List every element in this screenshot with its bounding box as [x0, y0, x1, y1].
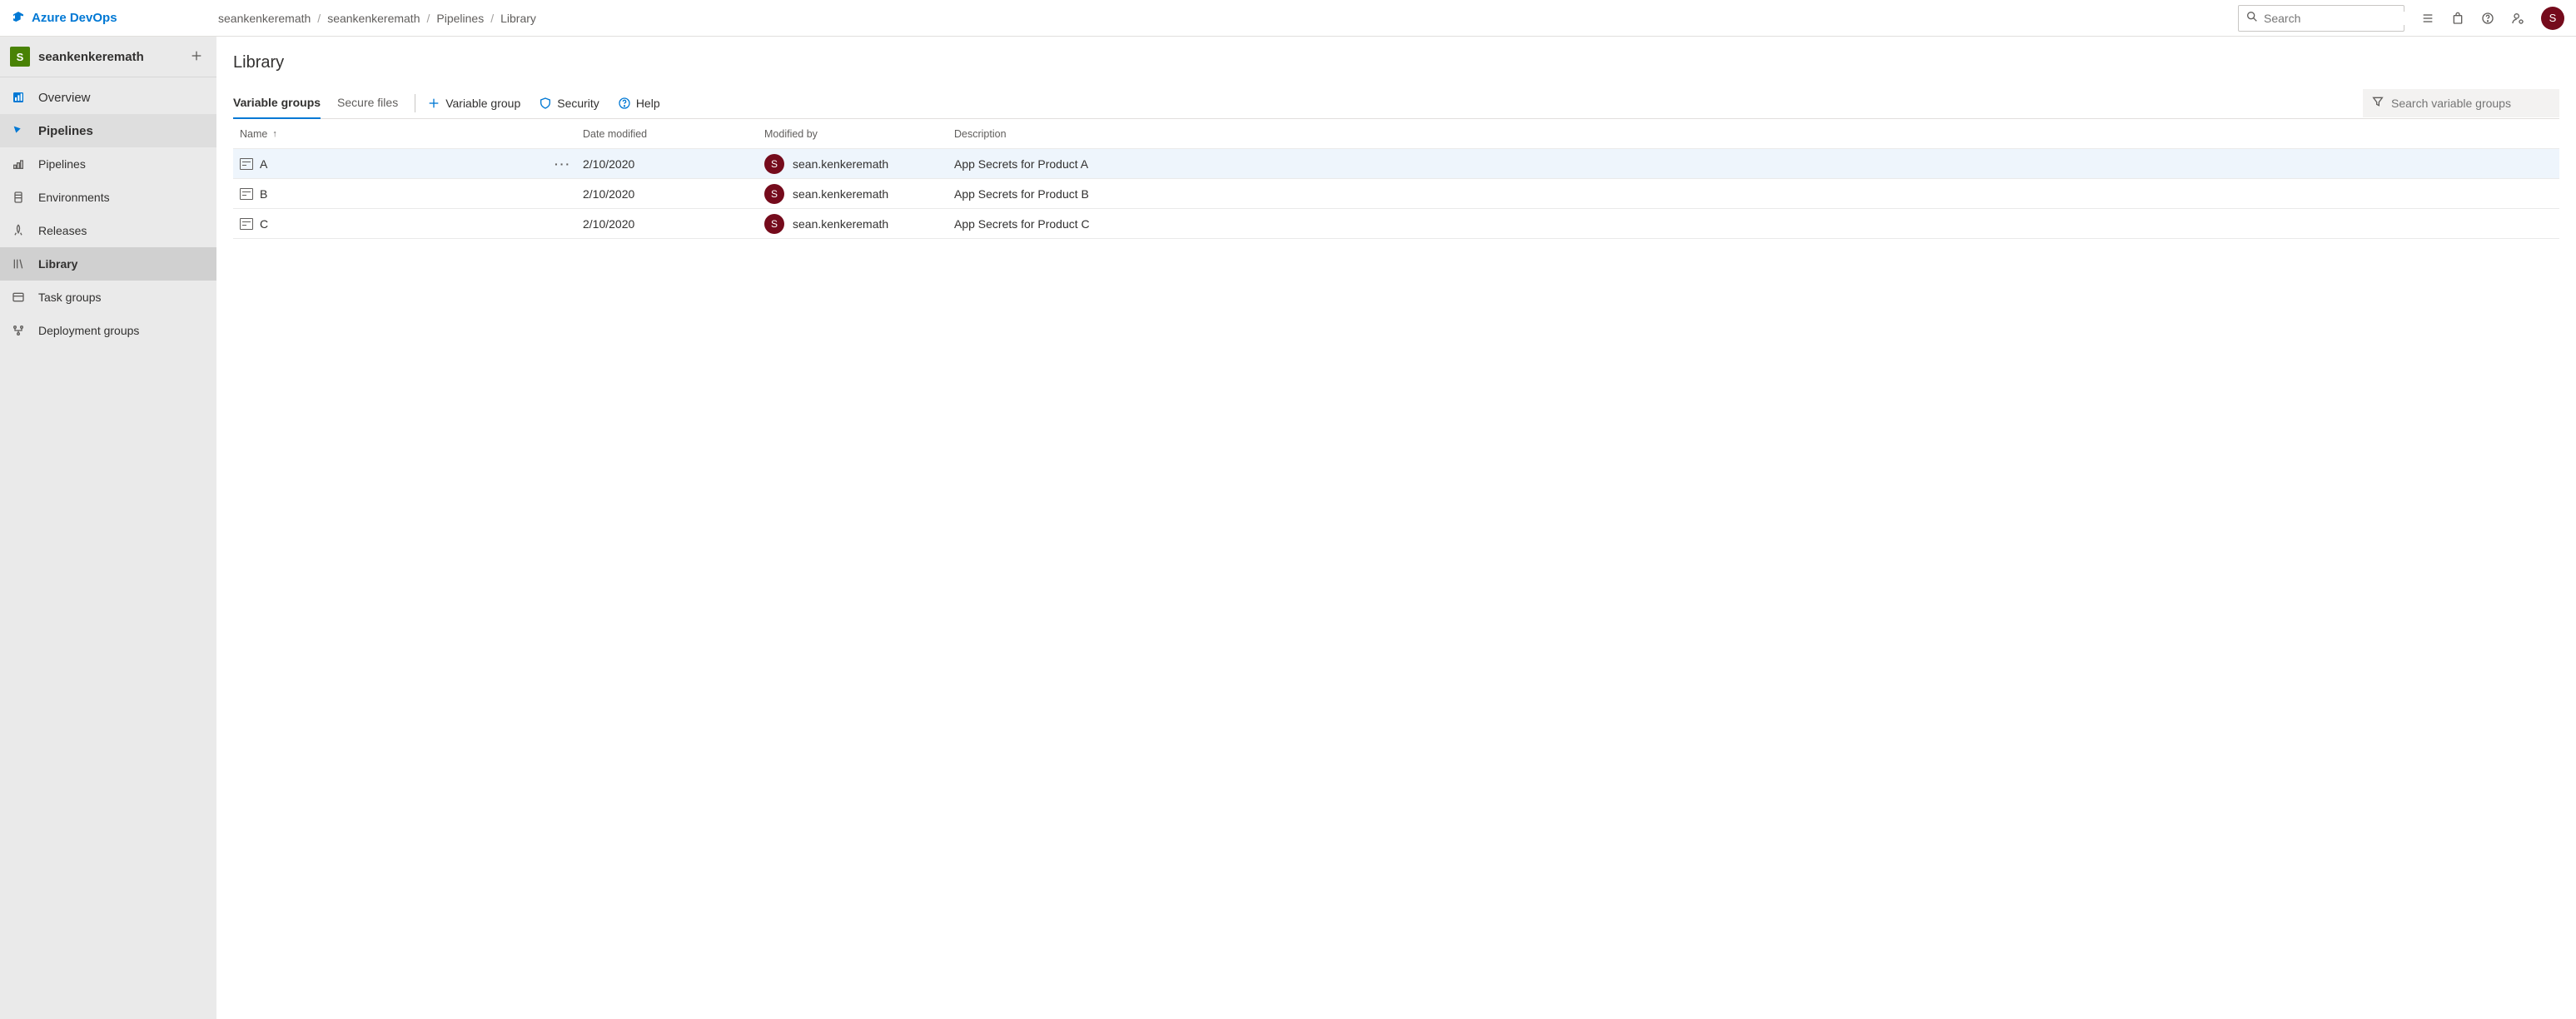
table-row[interactable]: C ··· 2/10/2020 S sean.kenkeremath App S… [233, 209, 2559, 239]
breadcrumb-separator: / [490, 12, 494, 25]
search-input[interactable] [2264, 12, 2414, 25]
row-more-actions[interactable]: ··· [554, 157, 571, 171]
breadcrumb-separator: / [426, 12, 430, 25]
security-button[interactable]: Security [539, 97, 599, 110]
sidebar-nav: Overview Pipelines Pipelines Environment… [0, 77, 216, 347]
shield-icon [539, 97, 552, 110]
project-switcher[interactable]: S seankenkeremath [10, 47, 144, 67]
help-circle-icon [618, 97, 631, 110]
project-name: seankenkeremath [38, 50, 144, 64]
table-row[interactable]: A ··· 2/10/2020 S sean.kenkeremath App S… [233, 149, 2559, 179]
variable-groups-table: Name ↑ Date modified Modified by Descrip… [233, 119, 2559, 239]
search-icon [2245, 10, 2259, 26]
help-icon[interactable] [2481, 12, 2494, 25]
sidebar-item-label: Pipelines [38, 157, 86, 171]
variable-group-icon [240, 158, 253, 170]
row-description: App Secrets for Product A [954, 157, 2559, 171]
sidebar-item-label: Library [38, 257, 77, 271]
row-name: A [260, 157, 267, 171]
user-avatar[interactable]: S [2541, 7, 2564, 30]
tab-variable-groups[interactable]: Variable groups [233, 87, 321, 119]
breadcrumb-project[interactable]: seankenkeremath [327, 12, 420, 25]
page-title: Library [233, 53, 2559, 72]
breadcrumb-page[interactable]: Library [500, 12, 536, 25]
overview-icon [10, 91, 27, 104]
row-date: 2/10/2020 [583, 187, 764, 201]
pipelines-icon [10, 124, 27, 137]
sidebar-item-label: Deployment groups [38, 324, 139, 337]
help-button[interactable]: Help [618, 97, 660, 110]
global-search[interactable] [2238, 5, 2404, 32]
sidebar-item-deployment-groups[interactable]: Deployment groups [0, 314, 216, 347]
row-user: sean.kenkeremath [793, 217, 888, 231]
releases-icon [10, 224, 27, 237]
sort-ascending-icon: ↑ [272, 129, 277, 139]
library-icon [10, 257, 27, 271]
deployment-groups-icon [10, 324, 27, 337]
row-date: 2/10/2020 [583, 157, 764, 171]
action-label: Variable group [445, 97, 520, 110]
sidebar-item-label: Task groups [38, 291, 101, 304]
row-user: sean.kenkeremath [793, 157, 888, 171]
row-name: C [260, 217, 268, 231]
sidebar-item-label: Pipelines [38, 124, 93, 138]
topbar-actions: S [2421, 7, 2564, 30]
user-settings-icon[interactable] [2511, 12, 2524, 25]
row-date: 2/10/2020 [583, 217, 764, 231]
tab-bar: Variable groups Secure files Variable gr… [233, 87, 2559, 119]
row-description: App Secrets for Product C [954, 217, 2559, 231]
main-content: Library Variable groups Secure files Var… [216, 37, 2576, 1019]
azure-devops-logo-icon [12, 10, 25, 26]
sidebar-item-overview[interactable]: Overview [0, 81, 216, 114]
logo-block[interactable]: Azure DevOps [12, 10, 218, 26]
new-variable-group-button[interactable]: Variable group [427, 97, 520, 110]
sidebar: S seankenkeremath Overview Pipelines [0, 37, 216, 1019]
sidebar-item-label: Overview [38, 91, 91, 105]
sidebar-item-releases[interactable]: Releases [0, 214, 216, 247]
breadcrumb-org[interactable]: seankenkeremath [218, 12, 311, 25]
filter-input[interactable] [2391, 97, 2551, 110]
breadcrumb-area[interactable]: Pipelines [436, 12, 484, 25]
row-name: B [260, 187, 267, 201]
filter-search[interactable] [2363, 89, 2559, 117]
environments-icon [10, 191, 27, 204]
sidebar-project-header: S seankenkeremath [0, 37, 216, 77]
action-label: Security [557, 97, 599, 110]
task-groups-icon [10, 291, 27, 304]
user-avatar-small: S [764, 214, 784, 234]
breadcrumb-separator: / [317, 12, 321, 25]
action-label: Help [636, 97, 660, 110]
marketplace-icon[interactable] [2451, 12, 2464, 25]
sidebar-item-task-groups[interactable]: Task groups [0, 281, 216, 314]
table-header: Name ↑ Date modified Modified by Descrip… [233, 119, 2559, 149]
column-description[interactable]: Description [954, 128, 2559, 140]
user-avatar-small: S [764, 184, 784, 204]
user-avatar-small: S [764, 154, 784, 174]
brand-text: Azure DevOps [32, 11, 117, 25]
row-description: App Secrets for Product B [954, 187, 2559, 201]
list-icon[interactable] [2421, 12, 2434, 25]
variable-group-icon [240, 188, 253, 200]
project-badge: S [10, 47, 30, 67]
pipeline-runs-icon [10, 157, 27, 171]
new-item-button[interactable] [190, 49, 203, 65]
variable-group-icon [240, 218, 253, 230]
topbar: Azure DevOps seankenkeremath / seankenke… [0, 0, 2576, 37]
column-date[interactable]: Date modified [583, 128, 764, 140]
breadcrumb: seankenkeremath / seankenkeremath / Pipe… [218, 12, 2238, 25]
sidebar-item-environments[interactable]: Environments [0, 181, 216, 214]
row-user: sean.kenkeremath [793, 187, 888, 201]
sidebar-item-label: Environments [38, 191, 110, 204]
sidebar-item-pipelines[interactable]: Pipelines [0, 147, 216, 181]
filter-icon [2371, 95, 2385, 111]
plus-icon [427, 97, 440, 110]
tab-secure-files[interactable]: Secure files [337, 87, 398, 118]
column-modified-by[interactable]: Modified by [764, 128, 954, 140]
sidebar-item-label: Releases [38, 224, 87, 237]
sidebar-item-pipelines-section[interactable]: Pipelines [0, 114, 216, 147]
table-row[interactable]: B ··· 2/10/2020 S sean.kenkeremath App S… [233, 179, 2559, 209]
column-name[interactable]: Name ↑ [233, 128, 583, 140]
sidebar-item-library[interactable]: Library [0, 247, 216, 281]
